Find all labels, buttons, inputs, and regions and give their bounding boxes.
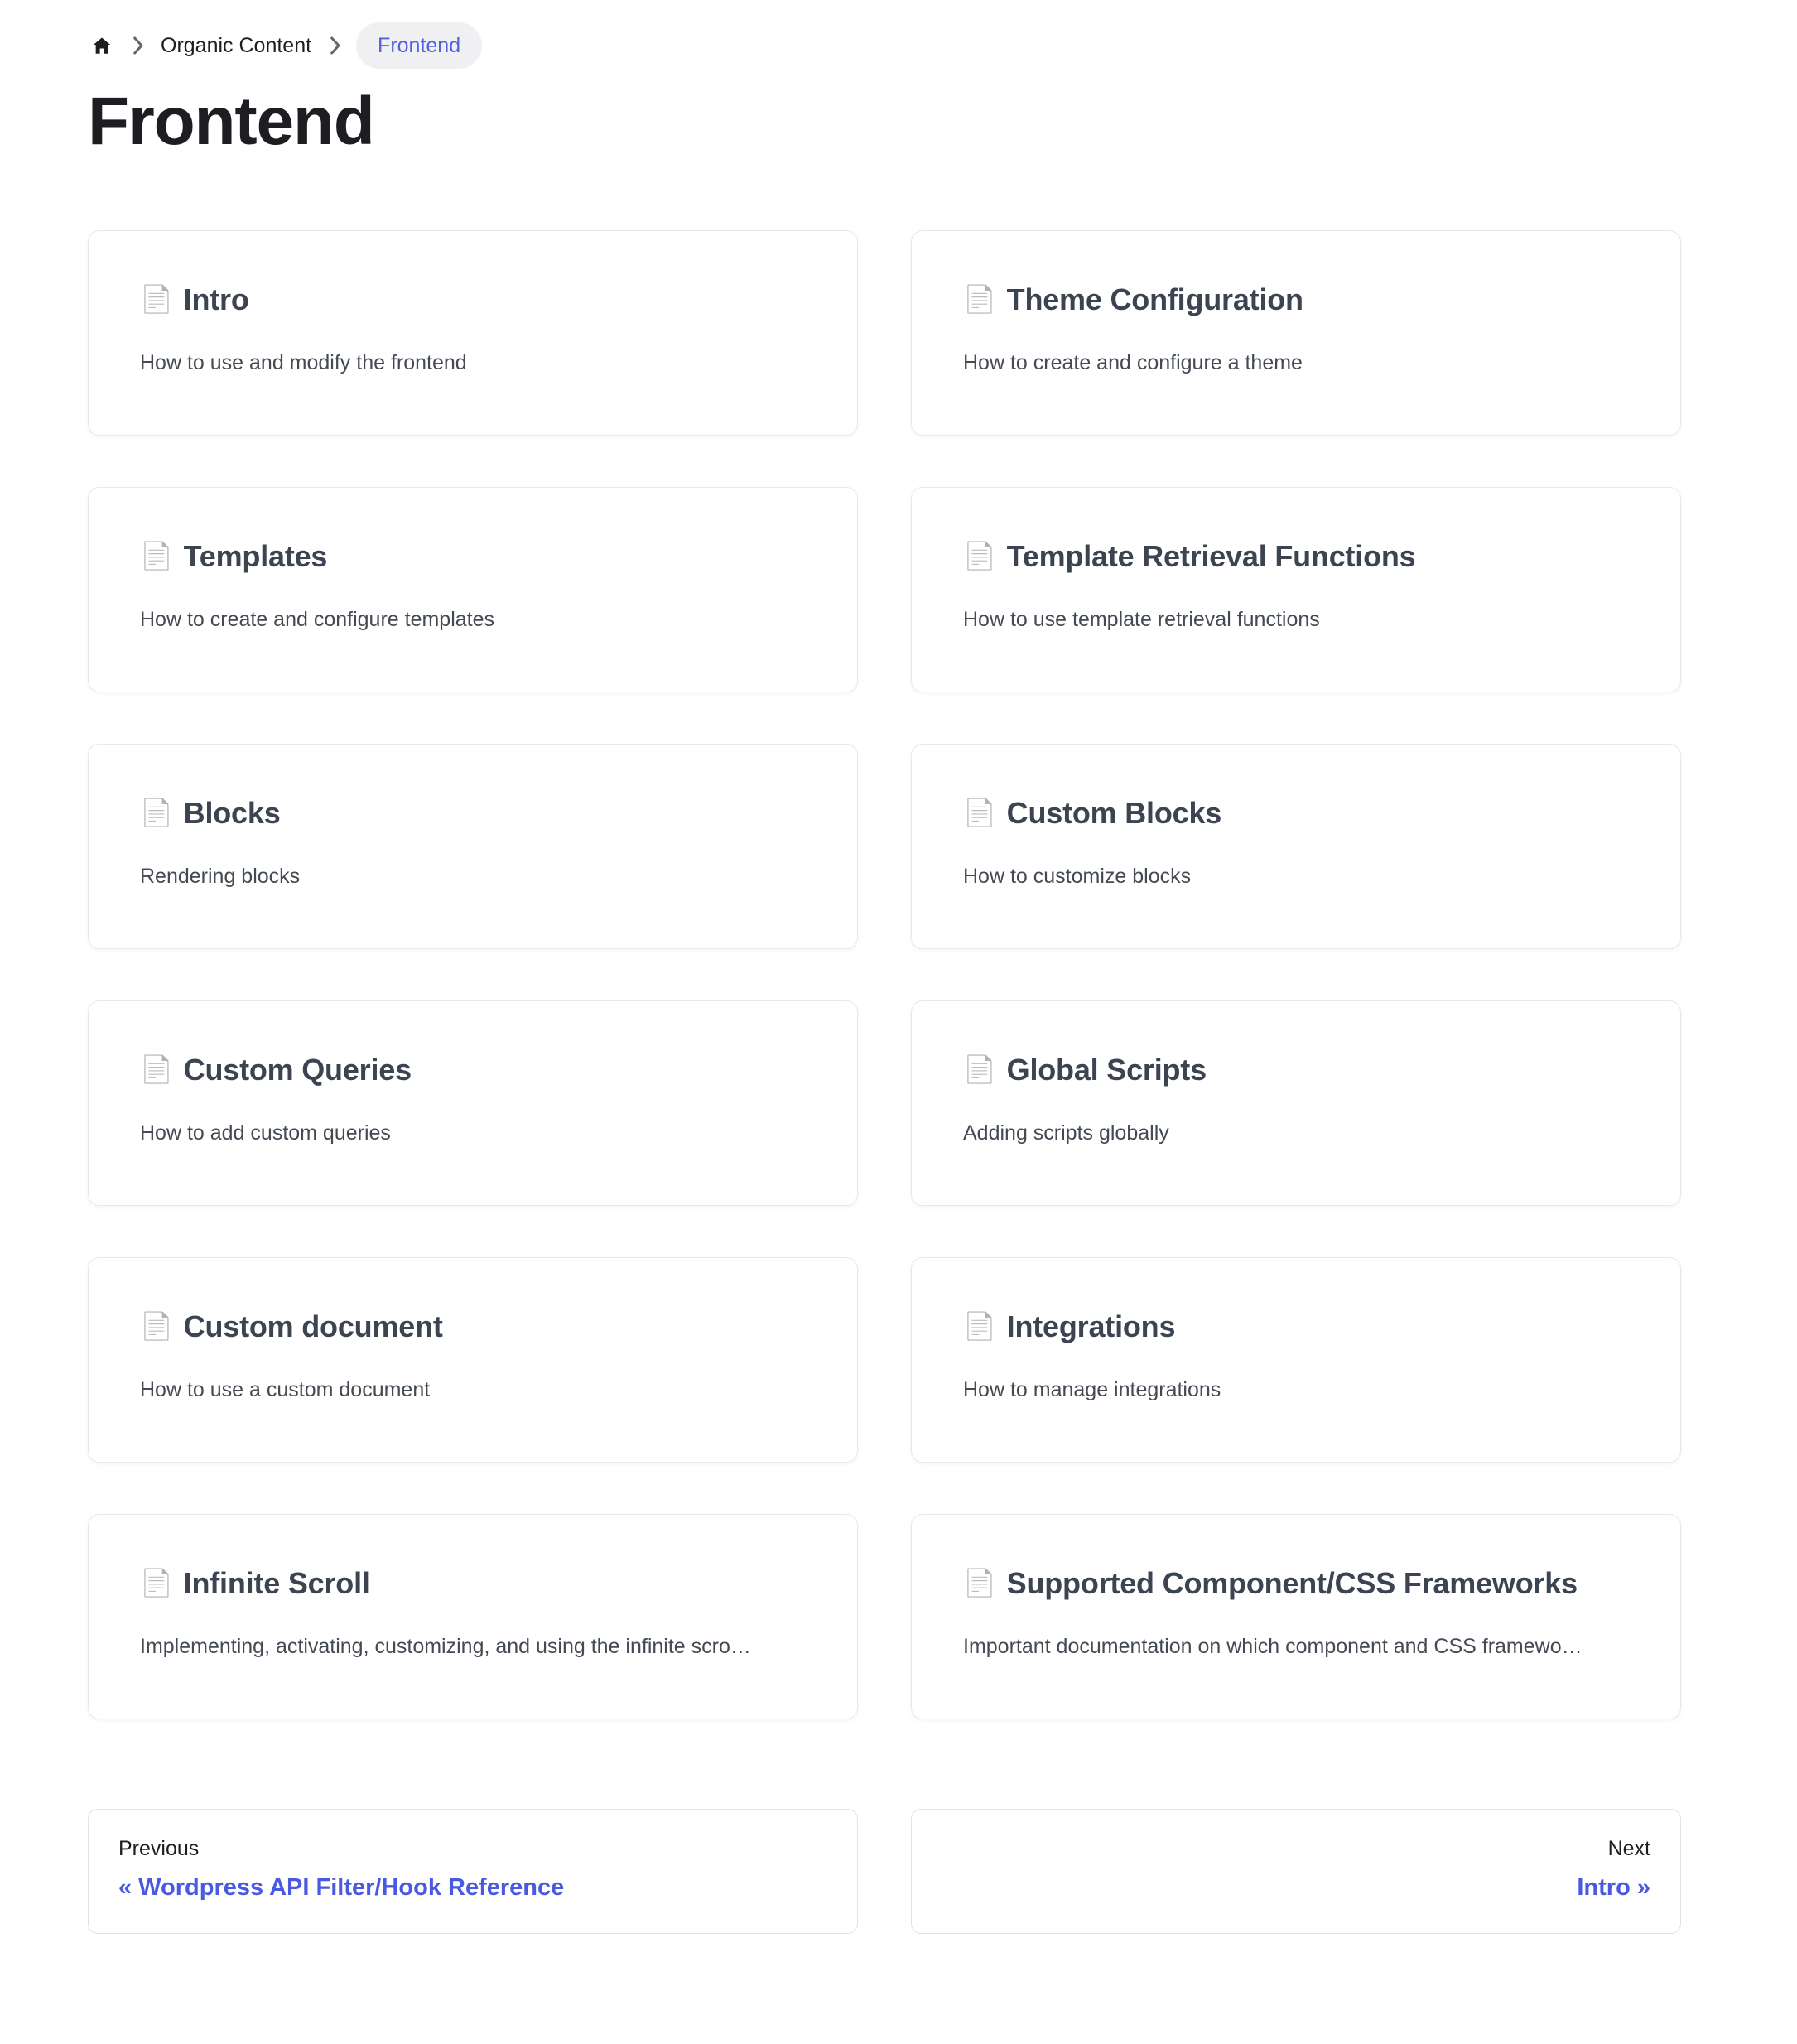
page-facing-up-icon: 📄 <box>963 1568 996 1598</box>
doc-card-grid: 📄 Intro How to use and modify the fronte… <box>0 230 1797 1720</box>
doc-card-description: How to use a custom document <box>140 1377 431 1401</box>
breadcrumb-item-frontend-active: Frontend <box>356 22 483 69</box>
doc-card-title: Template Retrieval Functions <box>1006 538 1416 573</box>
doc-card-title: Templates <box>183 538 328 573</box>
pagination-previous-label: Previous <box>118 1837 200 1861</box>
doc-card-custom-blocks[interactable]: 📄 Custom Blocks How to customize blocks <box>911 744 1681 950</box>
chevron-right-icon <box>116 31 159 60</box>
doc-card-integrations[interactable]: 📄 Integrations How to manage integration… <box>911 1257 1681 1463</box>
page-facing-up-icon: 📄 <box>140 1568 173 1598</box>
docs-category-page: Organic Content Frontend Frontend 📄 Intr… <box>0 0 1797 2044</box>
doc-card-description: Important documentation on which compone… <box>963 1634 1583 1658</box>
doc-card-description: How to use template retrieval functions <box>963 607 1320 631</box>
doc-card-title-row: 📄 Custom Queries <box>140 1051 806 1088</box>
doc-card-title-row: 📄 Infinite Scroll <box>140 1564 806 1602</box>
doc-card-title-row: 📄 Intro <box>140 281 806 318</box>
pagination-previous-title: « Wordpress API Filter/Hook Reference <box>118 1874 565 1902</box>
doc-card-description: Implementing, activating, customizing, a… <box>140 1634 751 1658</box>
page-facing-up-icon: 📄 <box>140 284 173 315</box>
doc-card-title: Custom document <box>183 1309 443 1343</box>
doc-card-title-row: 📄 Global Scripts <box>963 1051 1629 1088</box>
doc-card-template-retrieval-functions[interactable]: 📄 Template Retrieval Functions How to us… <box>911 487 1681 693</box>
doc-card-templates[interactable]: 📄 Templates How to create and configure … <box>88 487 858 693</box>
page-facing-up-icon: 📄 <box>140 798 173 828</box>
doc-card-description: How to customize blocks <box>963 864 1192 888</box>
page-facing-up-icon: 📄 <box>140 1054 173 1085</box>
doc-card-title: Intro <box>183 282 249 316</box>
pagination-next-title: Intro » <box>1577 1874 1650 1902</box>
doc-card-description: How to manage integrations <box>963 1377 1221 1401</box>
page-facing-up-icon: 📄 <box>963 1311 996 1342</box>
page-facing-up-icon: 📄 <box>963 284 996 315</box>
doc-card-title: Theme Configuration <box>1006 282 1303 316</box>
doc-card-title: Custom Blocks <box>1006 795 1222 830</box>
doc-card-description: How to create and configure a theme <box>963 350 1303 374</box>
breadcrumb-home-link[interactable] <box>88 31 116 60</box>
doc-card-infinite-scroll[interactable]: 📄 Infinite Scroll Implementing, activati… <box>88 1514 858 1720</box>
page-title: Frontend <box>88 84 375 159</box>
doc-card-title-row: 📄 Templates <box>140 538 806 575</box>
doc-card-title-row: 📄 Theme Configuration <box>963 281 1629 318</box>
doc-card-description: Adding scripts globally <box>963 1121 1169 1145</box>
doc-card-title-row: 📄 Blocks <box>140 794 806 832</box>
page-facing-up-icon: 📄 <box>963 541 996 571</box>
doc-card-title: Blocks <box>183 795 281 830</box>
doc-card-title: Integrations <box>1006 1309 1176 1343</box>
doc-card-description: How to create and configure templates <box>140 607 495 631</box>
doc-card-description: How to add custom queries <box>140 1121 391 1145</box>
doc-card-global-scripts[interactable]: 📄 Global Scripts Adding scripts globally <box>911 1000 1681 1207</box>
doc-card-blocks[interactable]: 📄 Blocks Rendering blocks <box>88 744 858 950</box>
page-facing-up-icon: 📄 <box>963 798 996 828</box>
doc-card-supported-component-css-frameworks[interactable]: 📄 Supported Component/CSS Frameworks Imp… <box>911 1514 1681 1720</box>
doc-card-title-row: 📄 Template Retrieval Functions <box>963 538 1629 575</box>
doc-card-title-row: 📄 Supported Component/CSS Frameworks <box>963 1564 1629 1602</box>
docs-pagination: Previous « Wordpress API Filter/Hook Ref… <box>0 1809 1797 2000</box>
doc-card-title-row: 📄 Custom Blocks <box>963 794 1629 832</box>
breadcrumb-item-organic-content[interactable]: Organic Content <box>159 31 313 60</box>
doc-card-title-row: 📄 Custom document <box>140 1308 806 1345</box>
chevron-right-icon <box>313 31 356 60</box>
doc-card-title: Infinite Scroll <box>183 1565 370 1600</box>
pagination-next-link[interactable]: Next Intro » <box>911 1809 1681 1934</box>
doc-card-description: How to use and modify the frontend <box>140 350 467 374</box>
doc-card-description: Rendering blocks <box>140 864 301 888</box>
doc-card-title: Global Scripts <box>1006 1052 1207 1087</box>
home-icon <box>91 35 113 56</box>
pagination-previous-link[interactable]: Previous « Wordpress API Filter/Hook Ref… <box>88 1809 858 1934</box>
doc-card-custom-document[interactable]: 📄 Custom document How to use a custom do… <box>88 1257 858 1463</box>
doc-card-title-row: 📄 Integrations <box>963 1308 1629 1345</box>
doc-card-custom-queries[interactable]: 📄 Custom Queries How to add custom queri… <box>88 1000 858 1207</box>
page-facing-up-icon: 📄 <box>963 1054 996 1085</box>
doc-card-theme-configuration[interactable]: 📄 Theme Configuration How to create and … <box>911 230 1681 436</box>
pagination-next-label: Next <box>1607 1837 1650 1861</box>
doc-card-title: Supported Component/CSS Frameworks <box>1006 1565 1578 1600</box>
page-facing-up-icon: 📄 <box>140 541 173 571</box>
doc-card-intro[interactable]: 📄 Intro How to use and modify the fronte… <box>88 230 858 436</box>
doc-card-title: Custom Queries <box>183 1052 412 1087</box>
page-facing-up-icon: 📄 <box>140 1311 173 1342</box>
breadcrumb: Organic Content Frontend <box>0 0 1797 69</box>
